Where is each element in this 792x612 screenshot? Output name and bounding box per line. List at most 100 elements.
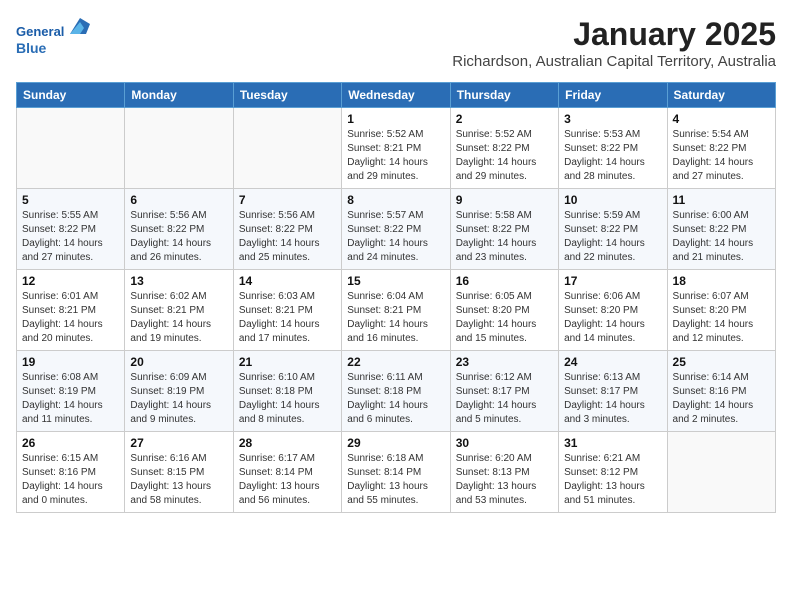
calendar-cell: 14Sunrise: 6:03 AM Sunset: 8:21 PM Dayli… — [233, 270, 341, 351]
calendar-cell — [233, 108, 341, 189]
calendar-cell: 16 Sunrise: 6:05 AM Sunset: 8:20 PM Dayli… — [450, 270, 558, 351]
day-number: 7 — [239, 193, 336, 207]
day-number: 30 — [456, 436, 553, 450]
header-day-wednesday: Wednesday — [342, 83, 450, 108]
day-number: 23 — [456, 355, 553, 369]
day-number: 17 — [564, 274, 661, 288]
logo: General Blue — [16, 16, 90, 56]
day-info: Sunrise: 5:56 AM Sunset: 8:22 PM Dayligh… — [239, 209, 336, 265]
calendar-cell: 20 Sunrise: 6:09 AM Sunset: 8:19 PM Dayli… — [125, 351, 233, 432]
day-info: Sunrise: 6:09 AM Sunset: 8:19 PM Dayligh… — [130, 371, 227, 427]
header-day-thursday: Thursday — [450, 83, 558, 108]
day-number: 6 — [130, 193, 227, 207]
calendar-cell: 27Sunrise: 6:16 AM Sunset: 8:15 PM Dayli… — [125, 432, 233, 513]
day-info: Sunrise: 6:04 AM Sunset: 8:21 PM Dayligh… — [347, 290, 444, 346]
day-info: Sunrise: 6:05 AM Sunset: 8:20 PM Dayligh… — [456, 290, 553, 346]
day-number: 25 — [673, 355, 770, 369]
calendar-cell: 22 Sunrise: 6:11 AM Sunset: 8:18 PM Dayli… — [342, 351, 450, 432]
logo-text: General Blue — [16, 16, 90, 56]
calendar-cell: 4 Sunrise: 5:54 AM Sunset: 8:22 PM Daylig… — [667, 108, 775, 189]
day-number: 9 — [456, 193, 553, 207]
calendar-cell: 31 Sunrise: 6:21 AM Sunset: 8:12 PM Dayli… — [559, 432, 667, 513]
day-info: Sunrise: 6:11 AM Sunset: 8:18 PM Dayligh… — [347, 371, 444, 427]
day-number: 10 — [564, 193, 661, 207]
day-number: 20 — [130, 355, 227, 369]
calendar-cell: 5 Sunrise: 5:55 AM Sunset: 8:22 PM Daylig… — [17, 189, 125, 270]
logo-general: General — [16, 24, 64, 39]
day-info: Sunrise: 6:15 AM Sunset: 8:16 PM Dayligh… — [22, 452, 119, 508]
day-info: Sunrise: 6:03 AM Sunset: 8:21 PM Dayligh… — [239, 290, 336, 346]
day-info: Sunrise: 5:52 AM Sunset: 8:22 PM Dayligh… — [456, 128, 553, 184]
day-info: Sunrise: 6:07 AM Sunset: 8:20 PM Dayligh… — [673, 290, 770, 346]
logo-icon — [66, 16, 90, 36]
calendar-cell: 6 Sunrise: 5:56 AM Sunset: 8:22 PM Daylig… — [125, 189, 233, 270]
day-info: Sunrise: 6:17 AM Sunset: 8:14 PM Dayligh… — [239, 452, 336, 508]
calendar-cell: 9Sunrise: 5:58 AM Sunset: 8:22 PM Daylig… — [450, 189, 558, 270]
day-info: Sunrise: 6:21 AM Sunset: 8:12 PM Dayligh… — [564, 452, 661, 508]
day-number: 26 — [22, 436, 119, 450]
calendar-cell: 7 Sunrise: 5:56 AM Sunset: 8:22 PM Daylig… — [233, 189, 341, 270]
calendar-cell: 24Sunrise: 6:13 AM Sunset: 8:17 PM Dayli… — [559, 351, 667, 432]
day-number: 22 — [347, 355, 444, 369]
day-info: Sunrise: 6:06 AM Sunset: 8:20 PM Dayligh… — [564, 290, 661, 346]
calendar-cell: 21 Sunrise: 6:10 AM Sunset: 8:18 PM Dayli… — [233, 351, 341, 432]
day-info: Sunrise: 6:18 AM Sunset: 8:14 PM Dayligh… — [347, 452, 444, 508]
day-info: Sunrise: 6:16 AM Sunset: 8:15 PM Dayligh… — [130, 452, 227, 508]
day-info: Sunrise: 5:53 AM Sunset: 8:22 PM Dayligh… — [564, 128, 661, 184]
day-number: 13 — [130, 274, 227, 288]
day-info: Sunrise: 5:59 AM Sunset: 8:22 PM Dayligh… — [564, 209, 661, 265]
day-info: Sunrise: 5:55 AM Sunset: 8:22 PM Dayligh… — [22, 209, 119, 265]
calendar-cell: 30 Sunrise: 6:20 AM Sunset: 8:13 PM Dayli… — [450, 432, 558, 513]
day-info: Sunrise: 6:14 AM Sunset: 8:16 PM Dayligh… — [673, 371, 770, 427]
calendar-cell: 28 Sunrise: 6:17 AM Sunset: 8:14 PM Dayli… — [233, 432, 341, 513]
day-info: Sunrise: 6:12 AM Sunset: 8:17 PM Dayligh… — [456, 371, 553, 427]
calendar-cell: 1 Sunrise: 5:52 AM Sunset: 8:21 PM Daylig… — [342, 108, 450, 189]
calendar-cell — [17, 108, 125, 189]
day-number: 1 — [347, 112, 444, 126]
day-number: 21 — [239, 355, 336, 369]
calendar-week-row: 26 Sunrise: 6:15 AM Sunset: 8:16 PM Dayli… — [17, 432, 776, 513]
calendar-header-row: SundayMondayTuesdayWednesdayThursdayFrid… — [17, 83, 776, 108]
calendar-cell: 29 Sunrise: 6:18 AM Sunset: 8:14 PM Dayli… — [342, 432, 450, 513]
calendar-week-row: 12 Sunrise: 6:01 AM Sunset: 8:21 PM Dayli… — [17, 270, 776, 351]
day-number: 11 — [673, 193, 770, 207]
calendar-week-row: 1 Sunrise: 5:52 AM Sunset: 8:21 PM Daylig… — [17, 108, 776, 189]
calendar-cell — [125, 108, 233, 189]
day-number: 12 — [22, 274, 119, 288]
day-number: 8 — [347, 193, 444, 207]
day-number: 28 — [239, 436, 336, 450]
day-info: Sunrise: 6:20 AM Sunset: 8:13 PM Dayligh… — [456, 452, 553, 508]
day-number: 19 — [22, 355, 119, 369]
calendar-cell: 19 Sunrise: 6:08 AM Sunset: 8:19 PM Dayli… — [17, 351, 125, 432]
calendar-cell: 8 Sunrise: 5:57 AM Sunset: 8:22 PM Daylig… — [342, 189, 450, 270]
header-day-friday: Friday — [559, 83, 667, 108]
day-info: Sunrise: 5:52 AM Sunset: 8:21 PM Dayligh… — [347, 128, 444, 184]
day-number: 29 — [347, 436, 444, 450]
calendar-cell: 10 Sunrise: 5:59 AM Sunset: 8:22 PM Dayli… — [559, 189, 667, 270]
day-number: 4 — [673, 112, 770, 126]
day-info: Sunrise: 5:56 AM Sunset: 8:22 PM Dayligh… — [130, 209, 227, 265]
calendar-cell — [667, 432, 775, 513]
calendar-cell: 17 Sunrise: 6:06 AM Sunset: 8:20 PM Dayli… — [559, 270, 667, 351]
calendar-cell: 12 Sunrise: 6:01 AM Sunset: 8:21 PM Dayli… — [17, 270, 125, 351]
calendar-cell: 18 Sunrise: 6:07 AM Sunset: 8:20 PM Dayli… — [667, 270, 775, 351]
day-info: Sunrise: 6:01 AM Sunset: 8:21 PM Dayligh… — [22, 290, 119, 346]
day-number: 2 — [456, 112, 553, 126]
title-section: January 2025 Richardson, Australian Capi… — [452, 16, 776, 78]
day-number: 15 — [347, 274, 444, 288]
day-info: Sunrise: 6:10 AM Sunset: 8:18 PM Dayligh… — [239, 371, 336, 427]
day-number: 18 — [673, 274, 770, 288]
day-number: 5 — [22, 193, 119, 207]
day-info: Sunrise: 5:54 AM Sunset: 8:22 PM Dayligh… — [673, 128, 770, 184]
day-number: 31 — [564, 436, 661, 450]
day-number: 16 — [456, 274, 553, 288]
calendar-cell: 3Sunrise: 5:53 AM Sunset: 8:22 PM Daylig… — [559, 108, 667, 189]
calendar-cell: 26 Sunrise: 6:15 AM Sunset: 8:16 PM Dayli… — [17, 432, 125, 513]
calendar-cell: 2 Sunrise: 5:52 AM Sunset: 8:22 PM Daylig… — [450, 108, 558, 189]
day-info: Sunrise: 6:08 AM Sunset: 8:19 PM Dayligh… — [22, 371, 119, 427]
calendar-cell: 11Sunrise: 6:00 AM Sunset: 8:22 PM Dayli… — [667, 189, 775, 270]
day-info: Sunrise: 6:02 AM Sunset: 8:21 PM Dayligh… — [130, 290, 227, 346]
header-day-tuesday: Tuesday — [233, 83, 341, 108]
calendar-cell: 13 Sunrise: 6:02 AM Sunset: 8:21 PM Dayli… — [125, 270, 233, 351]
day-info: Sunrise: 5:57 AM Sunset: 8:22 PM Dayligh… — [347, 209, 444, 265]
